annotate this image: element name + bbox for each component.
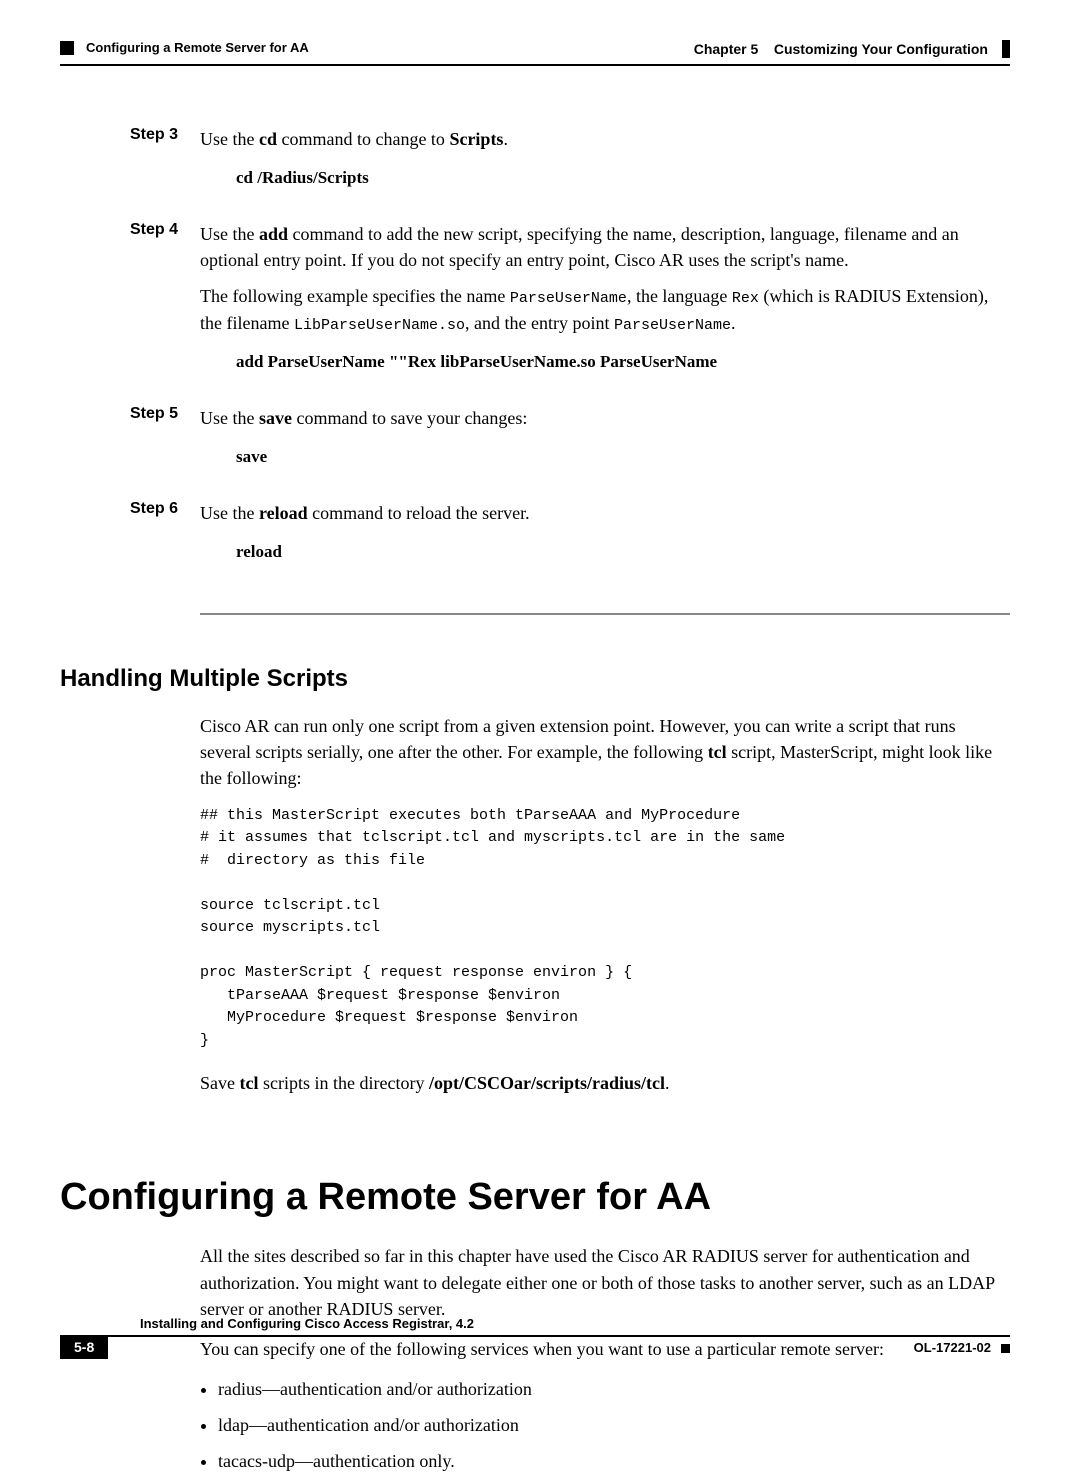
list-item: radius—authentication and/or authorizati… (218, 1376, 1010, 1402)
step-label: Step 4 (130, 221, 200, 393)
command-line: add ParseUserName ""Rex libParseUserName… (236, 350, 1010, 375)
text: , the language (627, 286, 732, 306)
step-label: Step 5 (130, 405, 200, 488)
paragraph: All the sites described so far in this c… (200, 1243, 1010, 1321)
bold: tcl (708, 742, 727, 762)
text: . (665, 1073, 670, 1093)
text: Use the (200, 408, 259, 428)
list-item: tacacs-udp—authentication only. (218, 1448, 1010, 1474)
multiscripts-section: Handling Multiple Scripts Cisco AR can r… (60, 665, 1010, 1097)
chapter-line: Chapter 5 Customizing Your Configuration (694, 41, 988, 57)
mono: ParseUserName (614, 317, 731, 334)
step-label: Step 6 (130, 500, 200, 583)
list-item: ldap—authentication and/or authorization (218, 1412, 1010, 1438)
chapter-label: Chapter 5 (694, 41, 759, 57)
text: Use the (200, 224, 259, 244)
step-body: Use the save command to save your change… (200, 405, 1010, 488)
footer-bar: 5-8 OL-17221-02 (60, 1335, 1010, 1359)
text: . (731, 313, 736, 333)
step-5: Step 5 Use the save command to save your… (60, 405, 1010, 488)
section-heading: Handling Multiple Scripts (60, 665, 1010, 693)
text: . (503, 129, 508, 149)
cmd: cd (259, 129, 277, 149)
step-4: Step 4 Use the add command to add the ne… (60, 221, 1010, 393)
text: command to reload the server. (308, 503, 530, 523)
step-3: Step 3 Use the cd command to change to S… (60, 126, 1010, 209)
mono: ParseUserName (510, 290, 627, 307)
cmd: Scripts (449, 129, 503, 149)
bullet-list: radius—authentication and/or authorizati… (200, 1376, 1010, 1474)
section-rule (200, 613, 1010, 615)
header-right: Chapter 5 Customizing Your Configuration (694, 40, 1010, 58)
text: Save (200, 1073, 240, 1093)
bold: /opt/CSCOar/scripts/radius/tcl (429, 1073, 665, 1093)
command-line: reload (236, 540, 1010, 565)
text: command to change to (277, 129, 449, 149)
text: scripts in the directory (258, 1073, 428, 1093)
text: command to save your changes: (292, 408, 527, 428)
header-end-marker-icon (1002, 40, 1010, 58)
cmd: save (259, 408, 292, 428)
step-body: Use the add command to add the new scrip… (200, 221, 1010, 393)
code-block: ## this MasterScript executes both tPars… (200, 805, 1010, 1053)
command-line: save (236, 445, 1010, 470)
mono: LibParseUserName.so (294, 317, 465, 334)
footer-right: OL-17221-02 (914, 1339, 1010, 1357)
step-label: Step 3 (130, 126, 200, 209)
cmd: reload (259, 503, 308, 523)
mono: Rex (732, 290, 759, 307)
footer-end-marker-icon (1001, 1344, 1010, 1353)
step-6: Step 6 Use the reload command to reload … (60, 500, 1010, 583)
page-footer: Installing and Configuring Cisco Access … (60, 1316, 1010, 1359)
footer-book-title: Installing and Configuring Cisco Access … (140, 1316, 1010, 1331)
page-number: 5-8 (60, 1335, 108, 1359)
doc-id: OL-17221-02 (914, 1340, 991, 1355)
text: Use the (200, 503, 259, 523)
text: Use the (200, 129, 259, 149)
header-rule (60, 64, 1010, 66)
section-body: Cisco AR can run only one script from a … (200, 713, 1010, 1097)
step-body: Use the cd command to change to Scripts.… (200, 126, 1010, 209)
main-heading: Configuring a Remote Server for AA (60, 1176, 1010, 1219)
command-line: cd /Radius/Scripts (236, 166, 1010, 191)
header-left: Configuring a Remote Server for AA (60, 40, 309, 55)
page-container: Configuring a Remote Server for AA Chapt… (0, 0, 1080, 1397)
header-section-title: Configuring a Remote Server for AA (86, 40, 309, 55)
text: The following example specifies the name (200, 286, 510, 306)
page-header: Configuring a Remote Server for AA Chapt… (60, 40, 1010, 58)
bold: tcl (240, 1073, 259, 1093)
step-body: Use the reload command to reload the ser… (200, 500, 1010, 583)
square-bullet-icon (60, 41, 74, 55)
text: command to add the new script, specifyin… (200, 224, 959, 270)
text: , and the entry point (465, 313, 614, 333)
chapter-title: Customizing Your Configuration (774, 41, 988, 57)
cmd: add (259, 224, 288, 244)
